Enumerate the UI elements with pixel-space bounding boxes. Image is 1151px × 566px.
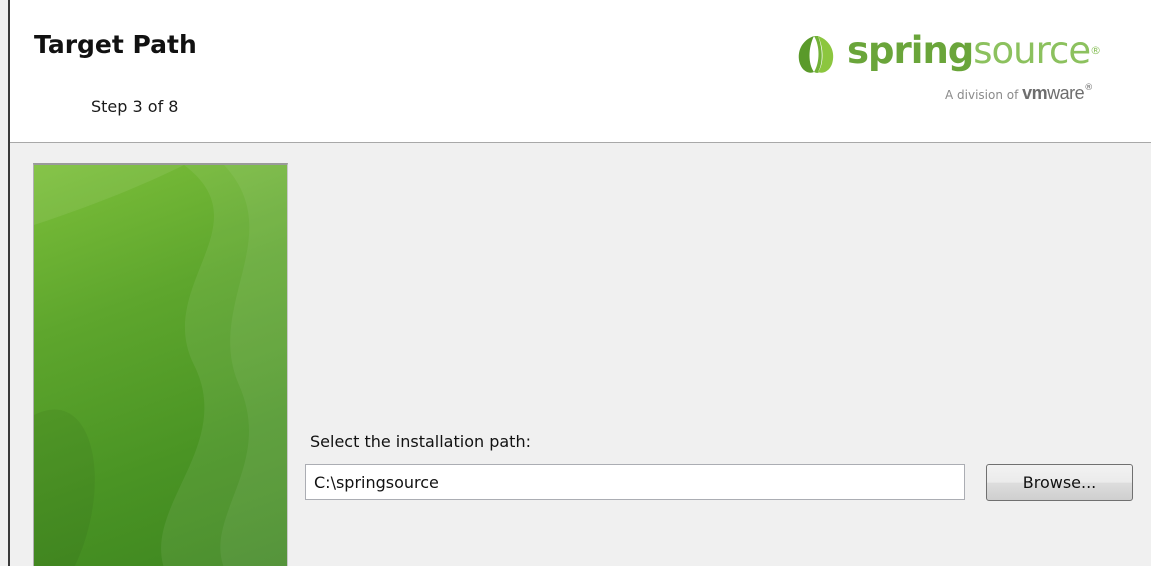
step-indicator: Step 3 of 8 bbox=[91, 97, 179, 116]
wordmark-spring: spring bbox=[847, 29, 974, 72]
decorative-side-banner bbox=[33, 163, 288, 566]
browse-button[interactable]: Browse... bbox=[986, 464, 1133, 501]
springsource-leaf-icon bbox=[798, 36, 834, 73]
banner-swoosh-graphic bbox=[34, 165, 287, 566]
springsource-logo: springsource® A division of vmware® bbox=[794, 26, 1124, 106]
division-ware: ware bbox=[1047, 83, 1085, 103]
install-path-label: Select the installation path: bbox=[310, 432, 531, 451]
installer-window: Target Path Step 3 of 8 springsource® A … bbox=[0, 0, 1151, 566]
wordmark-source: source bbox=[973, 29, 1091, 72]
wizard-header: Target Path Step 3 of 8 springsource® A … bbox=[10, 0, 1151, 143]
wordmark-registered: ® bbox=[1090, 44, 1101, 57]
page-title: Target Path bbox=[34, 30, 197, 59]
division-vm: vm bbox=[1022, 83, 1048, 103]
division-registered: ® bbox=[1084, 83, 1094, 93]
vmware-division-tagline: A division of vmware® bbox=[945, 83, 1093, 104]
division-prefix: A division of bbox=[945, 88, 1019, 102]
install-path-input[interactable] bbox=[305, 464, 965, 500]
springsource-wordmark: springsource® bbox=[847, 24, 1101, 78]
